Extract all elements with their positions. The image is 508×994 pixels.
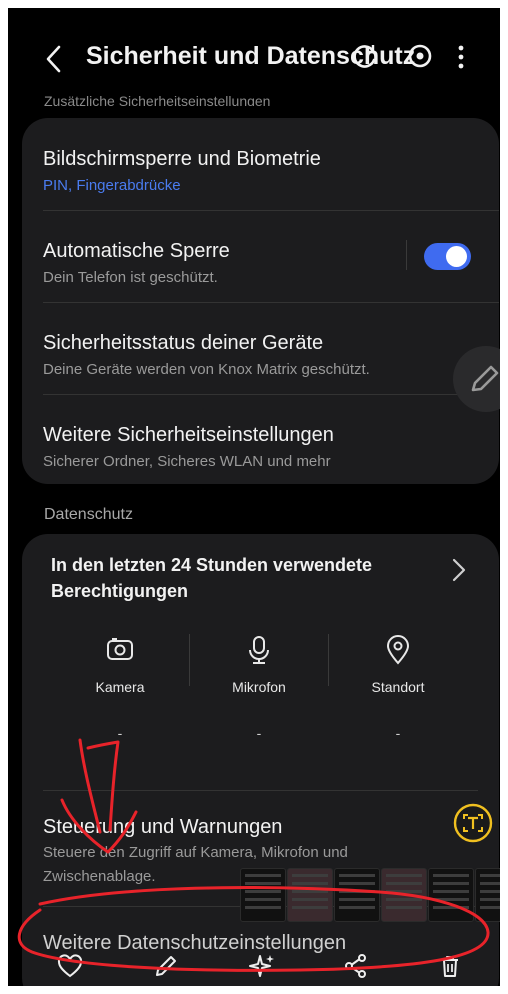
more-vertical-icon[interactable] — [454, 42, 468, 72]
screen-lock-biometrics-item[interactable]: Bildschirmsperre und Biometrie PIN, Fing… — [43, 148, 478, 194]
heart-icon[interactable] — [56, 952, 84, 980]
permission-label: Mikrofon — [232, 679, 286, 695]
divider — [43, 210, 499, 211]
item-title: Weitere Sicherheitseinstellungen — [43, 424, 334, 446]
privacy-section-label: Datenschutz — [44, 506, 133, 523]
security-card: Bildschirmsperre und Biometrie PIN, Fing… — [22, 118, 499, 484]
permissions-title[interactable]: In den letzten 24 Stunden verwendete Ber… — [51, 552, 431, 604]
permission-camera[interactable]: Kamera - — [51, 634, 189, 741]
permission-value: - — [117, 725, 123, 741]
thumbnail[interactable] — [381, 868, 427, 922]
item-subtitle: Dein Telefon ist geschützt. — [43, 269, 218, 286]
camera-icon — [107, 638, 133, 660]
thumbnail[interactable] — [428, 868, 474, 922]
pencil-icon[interactable] — [152, 952, 180, 980]
chevron-left-icon[interactable] — [42, 44, 66, 74]
app-bar: Sicherheit und Datenschutz — [8, 38, 500, 82]
divider — [43, 790, 478, 791]
permission-label: Kamera — [95, 679, 145, 695]
item-subtitle: Sicherer Ordner, Sicheres WLAN und mehr — [43, 453, 331, 470]
permission-value: - — [395, 725, 401, 741]
item-subtitle: PIN, Fingerabdrücke — [43, 177, 181, 194]
permission-label: Standort — [371, 679, 425, 695]
item-title: Automatische Sperre — [43, 240, 230, 262]
thumbnail[interactable] — [287, 868, 333, 922]
toggle-knob — [446, 246, 467, 267]
screenshot-thumbnails[interactable] — [240, 868, 500, 922]
divider — [43, 394, 499, 395]
more-security-settings-item[interactable]: Weitere Sicherheitseinstellungen Sichere… — [43, 424, 478, 470]
edit-floating-button[interactable] — [453, 346, 500, 412]
share-icon[interactable] — [342, 952, 370, 980]
text-recognition-icon[interactable] — [453, 803, 493, 843]
auto-lock-toggle[interactable] — [424, 243, 471, 270]
permission-microphone[interactable]: Mikrofon - — [190, 634, 328, 741]
trash-icon[interactable] — [436, 952, 464, 980]
location-pin-icon — [386, 635, 410, 665]
auto-lock-item[interactable]: Automatische Sperre Dein Telefon ist ges… — [43, 240, 379, 286]
thumbnail[interactable] — [334, 868, 380, 922]
permission-value: - — [256, 725, 262, 741]
pencil-icon — [471, 365, 499, 392]
eye-overlay-icon[interactable] — [406, 42, 434, 70]
thumbnail[interactable] — [475, 868, 500, 922]
item-title: Bildschirmsperre und Biometrie — [43, 148, 321, 170]
item-subtitle: Deine Geräte werden von Knox Matrix gesc… — [43, 361, 370, 378]
toggle-separator — [406, 240, 407, 270]
chevron-right-icon[interactable] — [450, 556, 468, 584]
sparkle-icon[interactable] — [248, 952, 276, 980]
screenshot-toolbar — [8, 948, 500, 986]
divider — [43, 302, 499, 303]
microphone-icon — [249, 636, 269, 664]
thumbnail[interactable] — [240, 868, 286, 922]
faded-section-label: Zusätzliche Sicherheitseinstellungen — [44, 96, 271, 106]
permission-location[interactable]: Standort - — [329, 634, 467, 741]
phone-screen: Sicherheit und Datenschutz Zusätzliche S… — [8, 8, 500, 986]
refresh-overlay-icon[interactable] — [351, 42, 379, 70]
item-title: Sicherheitsstatus deiner Geräte — [43, 332, 324, 354]
item-title: Steuerung und Warnungen — [43, 816, 283, 838]
device-security-status-item[interactable]: Sicherheitsstatus deiner Geräte Deine Ge… — [43, 332, 478, 378]
